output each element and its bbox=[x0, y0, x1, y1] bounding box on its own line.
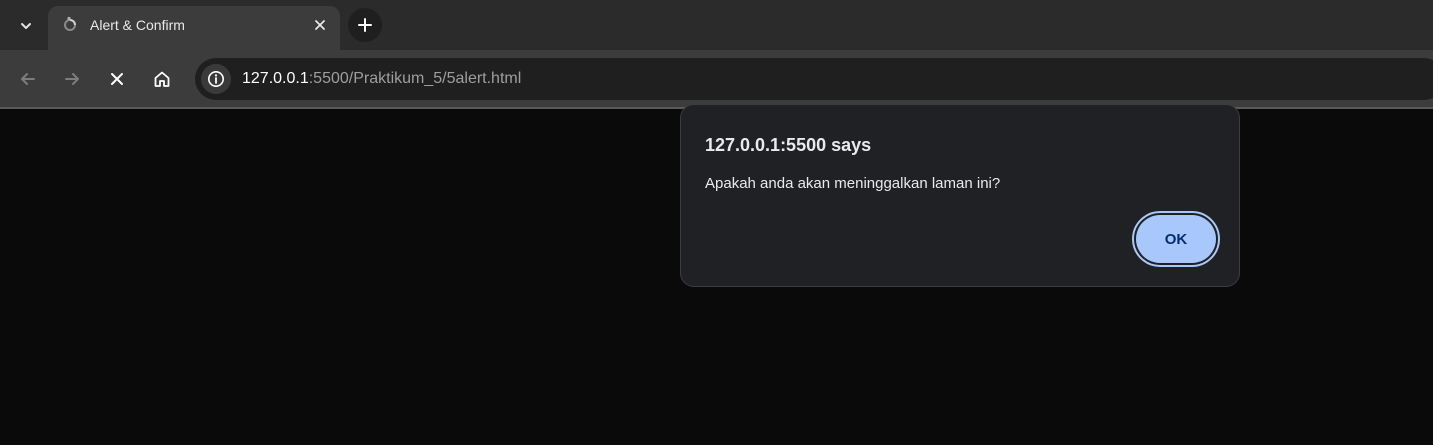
back-arrow-icon bbox=[19, 70, 37, 88]
url-text: 127.0.0.1:5500/Praktikum_5/5alert.html bbox=[242, 70, 521, 88]
webpage-spinner-icon bbox=[62, 16, 78, 32]
tab-close-button[interactable] bbox=[310, 15, 330, 35]
close-icon bbox=[314, 19, 326, 31]
chevron-down-icon bbox=[19, 19, 33, 33]
browser-window: Alert & Confirm 127.0.0.1:5500/Praktikum… bbox=[0, 0, 1433, 445]
site-info-icon bbox=[207, 70, 225, 88]
forward-arrow-icon bbox=[63, 70, 81, 88]
tab-strip: Alert & Confirm bbox=[0, 0, 1433, 50]
stop-loading-button[interactable] bbox=[102, 64, 132, 94]
site-info-button[interactable] bbox=[201, 64, 231, 94]
home-button[interactable] bbox=[147, 64, 177, 94]
address-bar[interactable]: 127.0.0.1:5500/Praktikum_5/5alert.html bbox=[195, 58, 1433, 100]
ok-button[interactable]: OK bbox=[1136, 215, 1216, 263]
new-tab-button[interactable] bbox=[348, 8, 382, 42]
dialog-message: Apakah anda akan meninggalkan laman ini? bbox=[705, 175, 1001, 192]
stop-loading-icon bbox=[109, 71, 125, 87]
home-icon bbox=[153, 70, 171, 88]
back-button[interactable] bbox=[13, 64, 43, 94]
toolbar: 127.0.0.1:5500/Praktikum_5/5alert.html bbox=[0, 50, 1433, 107]
tab-active[interactable]: Alert & Confirm bbox=[48, 6, 340, 50]
dialog-title: 127.0.0.1:5500 says bbox=[705, 135, 872, 155]
tab-title: Alert & Confirm bbox=[90, 17, 185, 33]
alert-dialog: 127.0.0.1:5500 says Apakah anda akan men… bbox=[680, 104, 1240, 287]
url-path: :5500/Praktikum_5/5alert.html bbox=[308, 70, 522, 87]
forward-button[interactable] bbox=[57, 64, 87, 94]
plus-icon bbox=[357, 17, 373, 33]
tab-search-button[interactable] bbox=[10, 12, 42, 40]
url-host: 127.0.0.1 bbox=[242, 70, 309, 87]
